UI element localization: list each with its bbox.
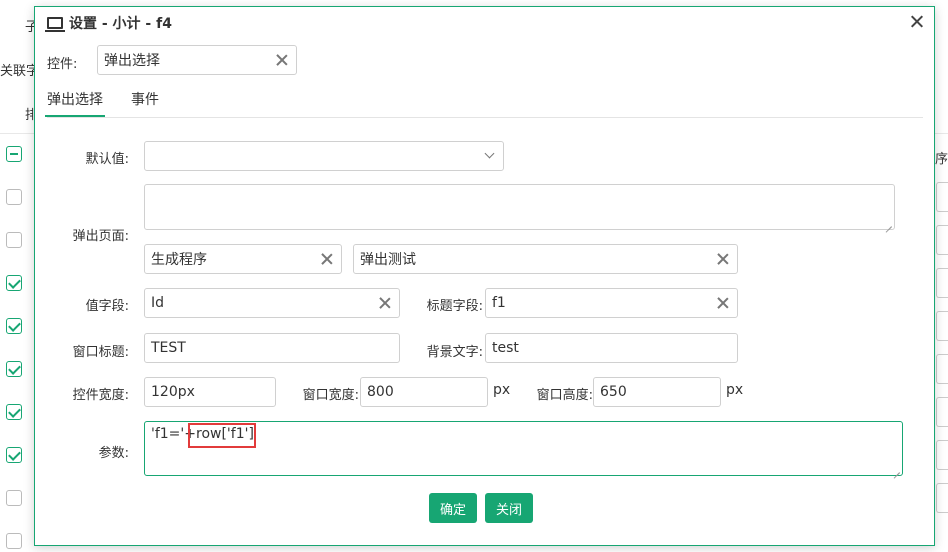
bg-cell-input[interactable] (936, 225, 948, 255)
title-field-label: 标题字段: (426, 299, 483, 314)
tab-events[interactable]: 事件 (131, 89, 159, 109)
win-width-value: 800 (367, 384, 394, 400)
win-height-input[interactable]: 650 (593, 377, 721, 407)
select-all-checkbox[interactable] (6, 146, 22, 162)
tab-popup-select[interactable]: 弹出选择 (45, 89, 105, 117)
bg-text-input[interactable]: test (485, 333, 738, 363)
bg-label-right: 序 (935, 152, 948, 167)
window-title-input[interactable]: TEST (144, 333, 400, 363)
window-title-label: 窗口标题: (72, 345, 129, 360)
ctrl-width-label: 控件宽度: (72, 388, 129, 403)
row-checkbox[interactable] (6, 533, 22, 549)
monitor-icon (45, 17, 65, 32)
ctrl-width-value: 120px (151, 384, 195, 400)
win-width-label: 窗口宽度: (302, 388, 359, 403)
bg-text-value: test (492, 340, 519, 356)
control-select[interactable]: 弹出选择 (97, 45, 297, 75)
clear-icon[interactable] (379, 297, 391, 309)
clear-icon[interactable] (717, 253, 729, 265)
win-width-unit: px (493, 382, 511, 398)
bg-cell-input[interactable] (936, 397, 948, 427)
row-checkbox[interactable] (6, 318, 22, 334)
value-field-label: 值字段: (85, 299, 129, 314)
highlight-box (188, 423, 256, 448)
settings-dialog: 设置 - 小计 - f4 控件: 弹出选择 弹出选择 事件 默认值: 弹出页面:… (34, 6, 935, 546)
row-checkbox[interactable] (6, 490, 22, 506)
resize-grip-icon[interactable] (884, 219, 892, 227)
clear-icon[interactable] (276, 54, 288, 66)
win-height-label: 窗口高度: (536, 388, 593, 403)
win-height-value: 650 (600, 384, 627, 400)
win-width-input[interactable]: 800 (360, 377, 488, 407)
win-height-unit: px (726, 382, 744, 398)
tab-bar: 弹出选择 事件 (45, 85, 923, 118)
row-checkbox[interactable] (6, 275, 22, 291)
control-value: 弹出选择 (104, 53, 160, 69)
row-checkbox[interactable] (6, 404, 22, 420)
row-checkbox[interactable] (6, 189, 22, 205)
chevron-down-icon (484, 148, 495, 159)
params-textarea[interactable]: 'f1='+row['f1'] (144, 421, 903, 476)
default-value-label: 默认值: (85, 152, 129, 167)
popup-page-select[interactable]: 弹出测试 (353, 244, 738, 274)
popup-page-label: 弹出页面: (72, 229, 129, 244)
title-field-value: f1 (492, 295, 506, 311)
dialog-header: 设置 - 小计 - f4 (35, 7, 934, 39)
bg-cell-input[interactable] (936, 354, 948, 384)
close-icon[interactable] (908, 13, 926, 31)
default-value-select[interactable] (144, 141, 504, 171)
close-button[interactable]: 关闭 (485, 493, 533, 523)
row-checkbox[interactable] (6, 232, 22, 248)
bg-text-label: 背景文字: (426, 345, 483, 360)
confirm-button[interactable]: 确定 (429, 493, 477, 523)
value-field-select[interactable]: Id (144, 288, 400, 318)
bg-cell-input[interactable] (936, 311, 948, 341)
popup-page-value2: 弹出测试 (360, 252, 416, 268)
bg-cell-input[interactable] (936, 182, 948, 212)
clear-icon[interactable] (717, 297, 729, 309)
bg-cell-input[interactable] (936, 440, 948, 470)
row-checkbox[interactable] (6, 447, 22, 463)
default-value-textarea[interactable] (144, 184, 895, 230)
ctrl-width-input[interactable]: 120px (144, 377, 276, 407)
popup-page-module-select[interactable]: 生成程序 (144, 244, 342, 274)
title-field-select[interactable]: f1 (485, 288, 738, 318)
dialog-title: 设置 - 小计 - f4 (69, 16, 172, 32)
value-field-value: Id (151, 295, 165, 311)
params-label: 参数: (98, 446, 129, 461)
clear-icon[interactable] (321, 253, 333, 265)
window-title-value: TEST (151, 340, 186, 356)
popup-page-value1: 生成程序 (151, 252, 207, 268)
row-checkbox[interactable] (6, 361, 22, 377)
bg-cell-input[interactable] (936, 268, 948, 298)
control-label: 控件: (47, 57, 78, 72)
resize-grip-icon[interactable] (892, 465, 900, 473)
bg-cell-input[interactable] (936, 483, 948, 513)
